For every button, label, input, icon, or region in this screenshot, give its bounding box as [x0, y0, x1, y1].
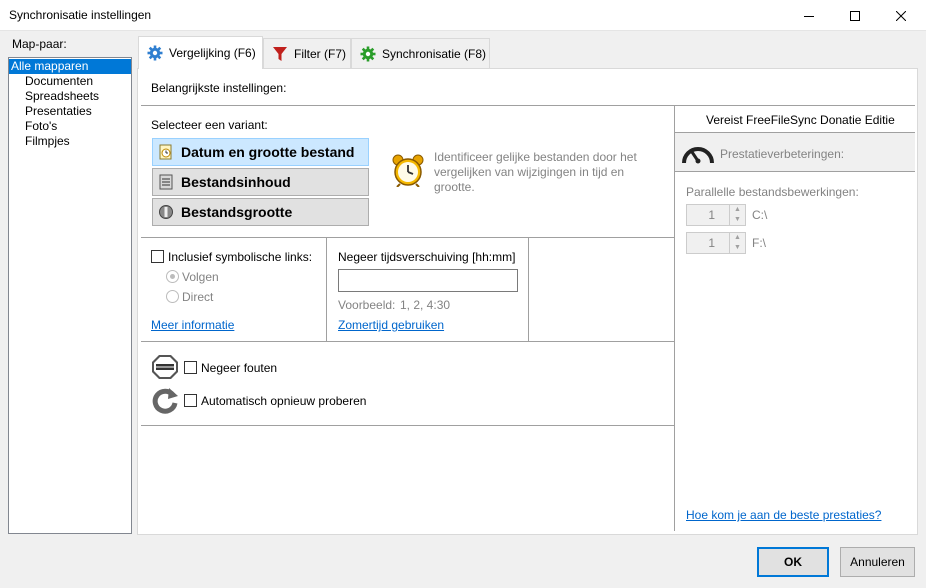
tab-label: Filter (F7) [294, 47, 346, 61]
performance-label: Prestatieverbeteringen: [720, 147, 845, 161]
dst-link[interactable]: Zomertijd gebruiken [338, 318, 444, 332]
auto-retry-checkbox[interactable] [184, 394, 197, 407]
drive-path: F:\ [752, 236, 766, 250]
auto-retry-label: Automatisch opnieuw proberen [201, 394, 367, 408]
variant-content-button[interactable]: Bestandsinhoud [152, 168, 369, 196]
clock-file-icon [159, 144, 172, 160]
example-label: Voorbeeld: [338, 298, 396, 312]
list-item[interactable]: Foto's [25, 119, 57, 134]
ignore-errors-label: Negeer fouten [201, 361, 278, 375]
divider [141, 341, 674, 342]
gear-icon [147, 45, 163, 61]
variant-time-size-button[interactable]: Datum en grootte bestand [152, 138, 369, 166]
tab-comparison[interactable]: Vergelijking (F6) [138, 36, 263, 69]
divider [141, 425, 674, 426]
drive-path: C:\ [752, 208, 768, 222]
close-icon [896, 10, 906, 21]
tab-label: Synchronisatie (F8) [382, 47, 487, 61]
maximize-icon [850, 10, 860, 21]
ok-button-label: OK [784, 555, 802, 569]
main-settings-heading: Belangrijkste instellingen: [151, 81, 287, 95]
cancel-button-label: Annuleren [850, 555, 905, 569]
more-info-link[interactable]: Meer informatie [151, 318, 234, 332]
list-item[interactable]: Presentaties [25, 104, 92, 119]
file-content-icon [159, 174, 173, 190]
example-value: 1, 2, 4:30 [400, 298, 451, 312]
parallel-ops-stepper-f[interactable]: 1 ▲ ▼ [686, 232, 746, 254]
variant-label: Bestandsgrootte [181, 204, 293, 220]
follow-radio[interactable] [166, 270, 179, 283]
tab-filter[interactable]: Filter (F7) [263, 38, 351, 69]
divider [141, 105, 915, 106]
close-button[interactable] [878, 0, 924, 31]
minimize-button[interactable] [786, 0, 832, 31]
variant-description-line: Identificeer gelijke bestanden door het [434, 150, 637, 164]
symlinks-checkbox[interactable] [151, 250, 164, 263]
divider [675, 171, 915, 172]
window-title: Synchronisatie instellingen [9, 8, 152, 22]
minimize-icon [804, 15, 814, 17]
divider [141, 237, 674, 238]
file-size-icon [159, 205, 173, 219]
parallel-ops-stepper-c[interactable]: 1 ▲ ▼ [686, 204, 746, 226]
list-item-all-pairs[interactable]: Alle mapparen [9, 59, 131, 74]
filter-icon [273, 47, 287, 61]
stepper-down-icon[interactable]: ▼ [729, 243, 745, 253]
list-item[interactable]: Documenten [25, 74, 93, 89]
list-item[interactable]: Filmpjes [25, 134, 70, 149]
variant-description-line: grootte. [434, 180, 475, 194]
tab-synchronization[interactable]: Synchronisatie (F8) [351, 38, 490, 69]
variant-description-line: vergelijken van wijzigingen in tijd en [434, 165, 625, 179]
best-performance-link[interactable]: Hoe kom je aan de beste prestaties? [686, 508, 881, 522]
maximize-button[interactable] [832, 0, 878, 31]
folder-pair-list[interactable]: Alle mapparen Documenten Spreadsheets Pr… [8, 57, 132, 534]
stepper-value: 1 [708, 236, 715, 250]
time-shift-label: Negeer tijdsverschuiving [hh:mm] [338, 250, 516, 264]
cancel-button[interactable]: Annuleren [840, 547, 915, 577]
stepper-up-icon[interactable]: ▲ [729, 233, 745, 243]
symlinks-label: Inclusief symbolische links: [168, 250, 313, 264]
retry-icon [152, 388, 178, 414]
sync-gear-icon [360, 46, 376, 62]
divider [528, 238, 529, 341]
tab-label: Vergelijking (F6) [169, 46, 256, 60]
stepper-value: 1 [708, 208, 715, 222]
ignore-errors-icon [152, 355, 178, 379]
variant-label: Selecteer een variant: [151, 118, 268, 132]
variant-label: Datum en grootte bestand [181, 144, 355, 160]
folder-pair-heading: Map-paar: [12, 37, 67, 51]
follow-label: Volgen [182, 270, 219, 284]
direct-label: Direct [182, 290, 214, 304]
stepper-down-icon[interactable]: ▼ [729, 215, 745, 225]
donation-edition-header: Vereist FreeFileSync Donatie Editie [706, 113, 895, 127]
alarm-clock-icon [392, 154, 424, 187]
list-item[interactable]: Spreadsheets [25, 89, 99, 104]
parallel-ops-label: Parallelle bestandsbewerkingen: [686, 185, 859, 199]
speedometer-icon [682, 147, 714, 164]
ignore-errors-checkbox[interactable] [184, 361, 197, 374]
direct-radio[interactable] [166, 290, 179, 303]
time-shift-input[interactable] [338, 269, 518, 292]
title-bar: Synchronisatie instellingen [0, 0, 926, 31]
variant-label: Bestandsinhoud [181, 174, 291, 190]
variant-size-button[interactable]: Bestandsgrootte [152, 198, 369, 226]
divider [326, 238, 327, 341]
ok-button[interactable]: OK [757, 547, 829, 577]
stepper-up-icon[interactable]: ▲ [729, 205, 745, 215]
